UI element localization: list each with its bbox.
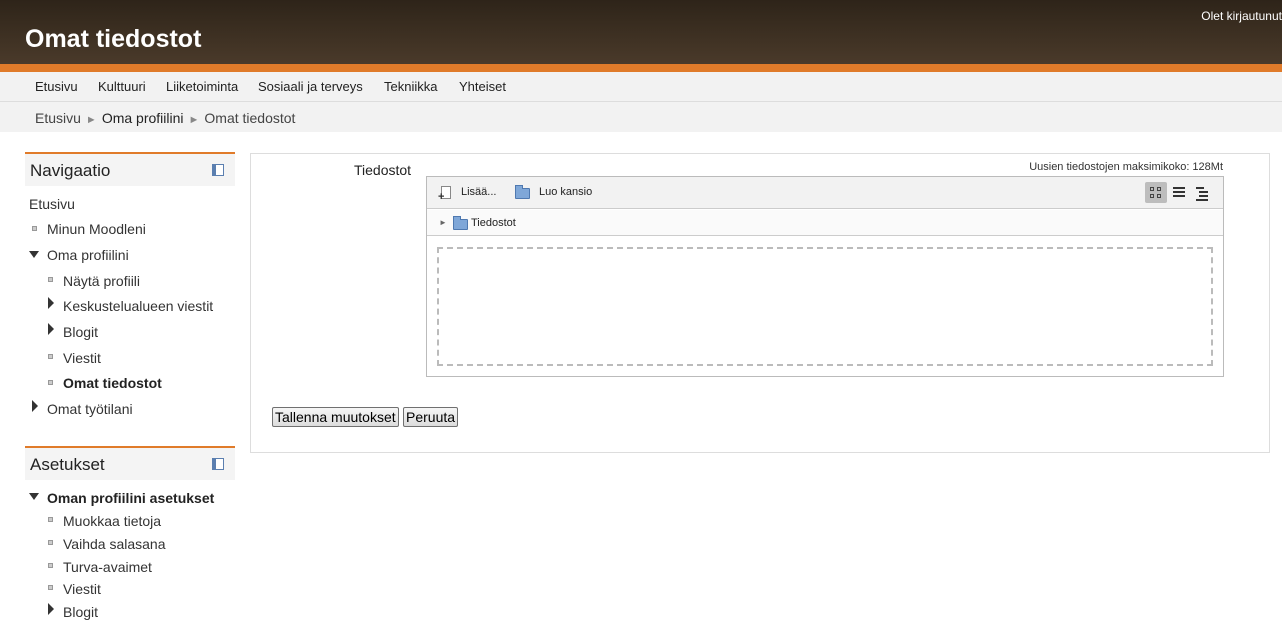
settings-item-messages[interactable]: Viestit — [63, 581, 101, 597]
settings-item-profile-settings[interactable]: Oman profiilini asetukset — [47, 490, 214, 506]
save-changes-button[interactable]: Tallenna muutokset — [272, 407, 399, 427]
nav-item-blogs[interactable]: Blogit — [63, 324, 98, 340]
settings-item-edit-profile[interactable]: Muokkaa tietoja — [63, 513, 161, 529]
path-root-label[interactable]: Tiedostot — [471, 217, 516, 229]
login-info[interactable]: Olet kirjautunut — [1201, 9, 1282, 23]
nav-item-my-courses[interactable]: Omat työtilani — [47, 401, 133, 417]
navigation-block-title: Navigaatio — [30, 161, 111, 180]
add-file-icon[interactable]: + — [438, 186, 452, 203]
main-content: Tiedostot Uusien tiedostojen maksimikoko… — [250, 153, 1270, 453]
page-header: Omat tiedostot Olet kirjautunut — [0, 0, 1282, 64]
expanded-arrow-icon[interactable] — [29, 493, 39, 500]
page-title: Omat tiedostot — [25, 25, 202, 53]
add-file-button[interactable]: Lisää... — [461, 186, 496, 198]
breadcrumb-separator-icon: ► — [85, 114, 97, 126]
bullet-icon — [48, 380, 53, 385]
nav-item-my-files: Omat tiedostot — [63, 375, 162, 391]
nav-item-home[interactable]: Etusivu — [29, 196, 75, 212]
view-icons-icon[interactable] — [1145, 182, 1167, 203]
nav-item-messages[interactable]: Viestit — [63, 350, 101, 366]
files-label: Tiedostot — [354, 162, 412, 178]
create-folder-icon[interactable] — [515, 185, 530, 199]
bullet-icon — [32, 226, 37, 231]
bullet-icon — [48, 540, 53, 545]
path-arrow-icon[interactable]: ► — [439, 218, 447, 227]
cancel-button[interactable]: Peruuta — [403, 407, 459, 427]
file-drop-zone[interactable] — [437, 247, 1213, 366]
navigation-block-header: Navigaatio — [25, 152, 235, 186]
settings-block-title: Asetukset — [30, 455, 105, 474]
file-manager: + Lisää... Luo kansio ► Tiedostot — [426, 176, 1224, 377]
settings-item-blogs[interactable]: Blogit — [63, 604, 98, 620]
bullet-icon — [48, 354, 53, 359]
breadcrumb-home[interactable]: Etusivu — [35, 110, 81, 126]
collapsed-arrow-icon[interactable] — [48, 297, 54, 309]
breadcrumb-current: Omat tiedostot — [204, 110, 296, 126]
breadcrumb-profile[interactable]: Oma profiilini — [102, 110, 184, 126]
menu-item-etusivu[interactable]: Etusivu — [35, 79, 78, 94]
create-folder-button[interactable]: Luo kansio — [539, 186, 592, 198]
bullet-icon — [48, 563, 53, 568]
expanded-arrow-icon[interactable] — [29, 251, 39, 258]
collapsed-arrow-icon[interactable] — [48, 603, 54, 615]
nav-item-view-profile[interactable]: Näytä profiili — [63, 273, 140, 289]
bullet-icon — [48, 585, 53, 590]
file-manager-path: ► Tiedostot — [427, 210, 1223, 236]
nav-item-my-moodle[interactable]: Minun Moodleni — [47, 221, 146, 237]
bullet-icon — [48, 517, 53, 522]
menu-item-kulttuuri[interactable]: Kulttuuri — [98, 79, 146, 94]
custom-menu: Etusivu Kulttuuri Liiketoiminta Sosiaali… — [0, 72, 1282, 102]
menu-item-sosiaali[interactable]: Sosiaali ja terveys — [258, 79, 363, 94]
max-size-info: Uusien tiedostojen maksimikoko: 128Mt — [1029, 161, 1223, 173]
settings-item-security-keys[interactable]: Turva-avaimet — [63, 559, 152, 575]
breadcrumb: Etusivu ► Oma profiilini ► Omat tiedostot — [35, 110, 295, 126]
menu-item-tekniikka[interactable]: Tekniikka — [384, 79, 437, 94]
menu-item-yhteiset[interactable]: Yhteiset — [459, 79, 506, 94]
collapsed-arrow-icon[interactable] — [32, 400, 38, 412]
settings-block-header: Asetukset — [25, 446, 235, 480]
header-accent-bar — [0, 64, 1282, 72]
view-list-icon[interactable] — [1168, 182, 1190, 203]
settings-block: Asetukset — [25, 446, 235, 486]
view-tree-icon[interactable] — [1191, 182, 1213, 203]
file-manager-toolbar: + Lisää... Luo kansio — [427, 177, 1223, 209]
nav-item-forum-posts[interactable]: Keskustelualueen viestit — [63, 298, 213, 314]
breadcrumb-separator-icon: ► — [188, 114, 200, 126]
breadcrumb-bar: Etusivu ► Oma profiilini ► Omat tiedostot — [0, 102, 1282, 132]
view-switcher — [1145, 182, 1213, 203]
dock-block-icon[interactable] — [212, 458, 224, 470]
collapsed-arrow-icon[interactable] — [48, 323, 54, 335]
dock-block-icon[interactable] — [212, 164, 224, 176]
folder-icon — [453, 216, 468, 230]
settings-item-change-password[interactable]: Vaihda salasana — [63, 536, 165, 552]
bullet-icon — [48, 277, 53, 282]
menu-item-liiketoiminta[interactable]: Liiketoiminta — [166, 79, 238, 94]
nav-item-my-profile[interactable]: Oma profiilini — [47, 247, 129, 263]
